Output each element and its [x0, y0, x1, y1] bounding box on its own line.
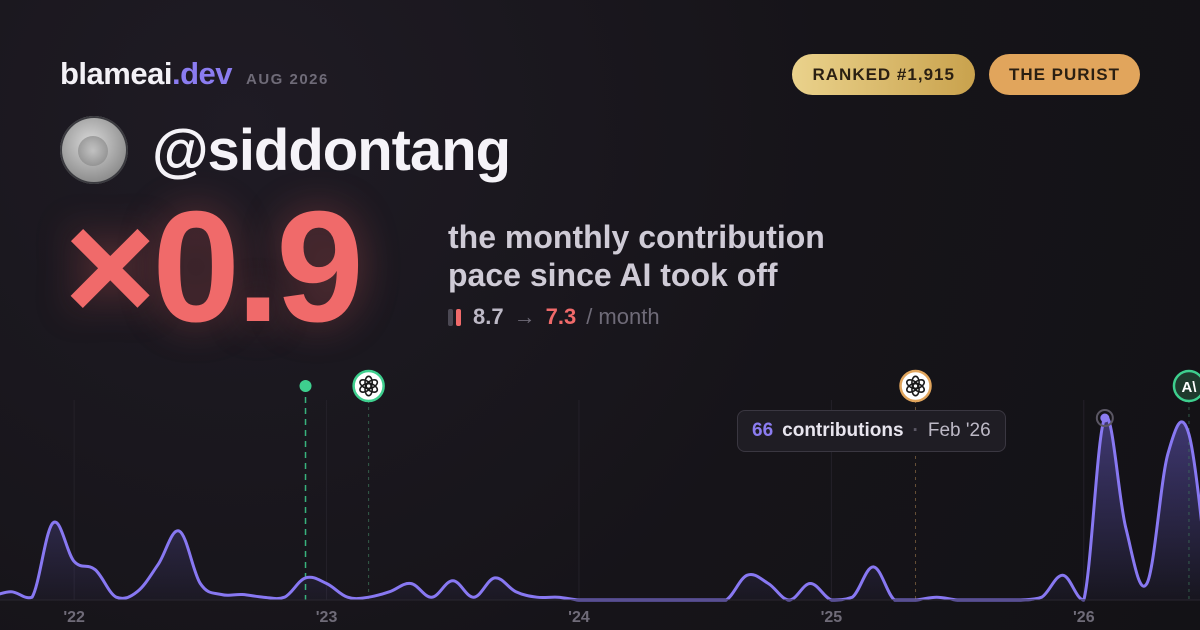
tooltip-separator: · [912, 420, 919, 441]
arrow-icon: → [513, 304, 536, 329]
anthropic-icon[interactable]: A\ [1172, 369, 1200, 403]
report-date: AUG 2026 [245, 71, 329, 88]
x-tick-label: '25 [821, 609, 843, 626]
x-tick-label: '26 [1073, 609, 1095, 626]
user-header: @siddontang [60, 116, 511, 184]
username[interactable]: @siddontang [152, 117, 511, 184]
pace-description: the monthly contribution pace since AI t… [448, 218, 888, 294]
green-dot-icon[interactable] [299, 380, 312, 392]
bar-compare-icon [448, 308, 461, 326]
pace-unit: / month [586, 304, 660, 329]
openai-icon[interactable] [352, 369, 385, 403]
openai-icon[interactable] [899, 369, 932, 403]
brand-name: blameai [60, 56, 172, 91]
brand-logo[interactable]: blameai.dev [60, 56, 232, 92]
x-tick-label: '23 [316, 609, 338, 626]
pace-multiplier: ×0.9 [64, 179, 364, 355]
tooltip-date: Feb '26 [927, 420, 991, 441]
pace-description-line-2: pace since AI took off [448, 257, 778, 293]
avatar[interactable] [60, 116, 128, 184]
chart-tooltip: 66 contributions · Feb '26 [737, 410, 1006, 452]
rank-badge: RANKED #1,915 [792, 54, 975, 95]
tooltip-count: 66 [752, 420, 774, 441]
x-tick-label: '24 [568, 609, 590, 626]
pace-after: 7.3 [545, 304, 577, 329]
tooltip-label: contributions [782, 420, 904, 441]
svg-text:A\: A\ [1181, 379, 1197, 396]
pace-before: 8.7 [473, 304, 504, 329]
brand-tld: .dev [171, 56, 233, 91]
badges: RANKED #1,915 THE PURIST [792, 54, 1140, 95]
contribution-chart: A\ '22 '23 '24 '25 '26 [0, 369, 1200, 626]
pace-description-line-1: the monthly contribution [448, 219, 825, 255]
highlight-point[interactable] [1100, 413, 1110, 423]
title-badge: THE PURIST [988, 54, 1140, 95]
brand: blameai.dev AUG 2026 [60, 56, 329, 92]
area-fill [0, 416, 1200, 600]
pace-comparison: 8.7 → 7.3 / month [448, 304, 660, 330]
x-tick-label: '22 [63, 609, 85, 626]
share-card: blameai.dev AUG 2026 RANKED #1,915 THE P… [0, 0, 1200, 630]
